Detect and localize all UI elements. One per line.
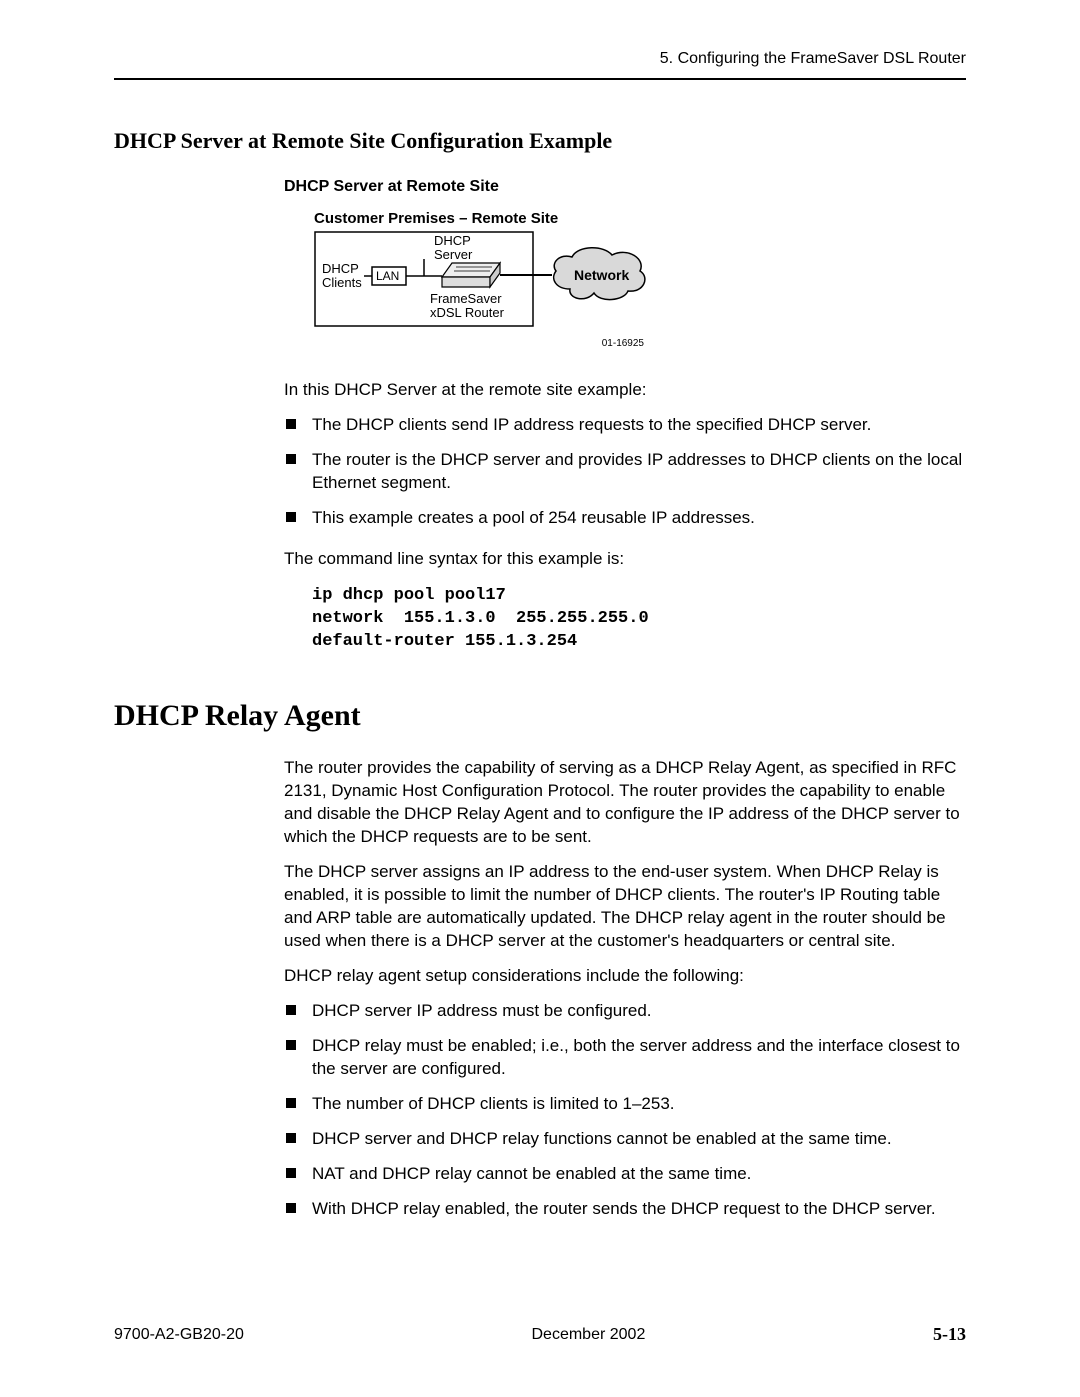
diagram: DHCP Clients LAN DHCP Server — [314, 231, 966, 349]
syntax-intro-text: The command line syntax for this example… — [284, 548, 966, 571]
page: 5. Configuring the FrameSaver DSL Router… — [0, 0, 1080, 1397]
svg-text:LAN: LAN — [376, 269, 399, 283]
cli-code-block: ip dhcp pool pool17 network 155.1.3.0 25… — [312, 585, 966, 654]
list-item: The number of DHCP clients is limited to… — [284, 1093, 966, 1116]
svg-text:xDSL Router: xDSL Router — [430, 305, 505, 320]
network-diagram-svg: DHCP Clients LAN DHCP Server — [314, 231, 654, 331]
diagram-subtitle: Customer Premises – Remote Site — [314, 210, 966, 227]
list-item: This example creates a pool of 254 reusa… — [284, 507, 966, 530]
svg-text:DHCP: DHCP — [322, 261, 359, 276]
svg-text:Clients: Clients — [322, 275, 362, 290]
svg-text:Server: Server — [434, 247, 473, 262]
list-item: DHCP server and DHCP relay functions can… — [284, 1128, 966, 1151]
footer-date: December 2002 — [532, 1326, 646, 1344]
list-item: The router is the DHCP server and provid… — [284, 449, 966, 495]
svg-text:FrameSaver: FrameSaver — [430, 291, 502, 306]
relay-bullet-list: DHCP server IP address must be configure… — [284, 1000, 966, 1221]
footer-doc-id: 9700-A2-GB20-20 — [114, 1326, 244, 1344]
list-item: NAT and DHCP relay cannot be enabled at … — [284, 1163, 966, 1186]
example-bullet-list: The DHCP clients send IP address request… — [284, 414, 966, 530]
footer-page-number: 5-13 — [933, 1324, 966, 1345]
section1-body: DHCP Server at Remote Site Customer Prem… — [284, 178, 966, 653]
running-header: 5. Configuring the FrameSaver DSL Router — [114, 50, 966, 80]
svg-text:DHCP: DHCP — [434, 233, 471, 248]
section-heading-dhcp-server-example: DHCP Server at Remote Site Configuration… — [114, 128, 966, 154]
diagram-id: 01-16925 — [314, 338, 644, 349]
paragraph: The router provides the capability of se… — [284, 757, 966, 849]
list-item: The DHCP clients send IP address request… — [284, 414, 966, 437]
list-item: With DHCP relay enabled, the router send… — [284, 1198, 966, 1221]
section2-body: The router provides the capability of se… — [284, 757, 966, 1220]
list-item: DHCP relay must be enabled; i.e., both t… — [284, 1035, 966, 1081]
svg-text:Network: Network — [574, 267, 629, 283]
list-item: DHCP server IP address must be configure… — [284, 1000, 966, 1023]
paragraph: The DHCP server assigns an IP address to… — [284, 861, 966, 953]
page-footer: 9700-A2-GB20-20 December 2002 5-13 — [114, 1324, 966, 1345]
example-intro-text: In this DHCP Server at the remote site e… — [284, 379, 966, 402]
paragraph: DHCP relay agent setup considerations in… — [284, 965, 966, 988]
diagram-title: DHCP Server at Remote Site — [284, 178, 966, 196]
section-heading-dhcp-relay-agent: DHCP Relay Agent — [114, 699, 966, 733]
